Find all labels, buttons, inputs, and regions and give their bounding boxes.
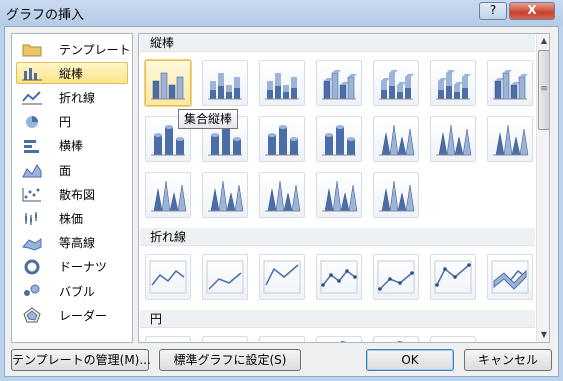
area-chart-icon [21, 162, 43, 178]
chart-type-tooltip: 集合縦棒 [178, 109, 239, 129]
help-icon: ? [489, 3, 497, 17]
column-chart-icon [21, 65, 43, 81]
pie-chart-icon [21, 114, 43, 130]
close-button[interactable]: X [509, 2, 555, 20]
dialog-body: テンプレート 縦棒 折れ線円横棒面散布図 株価 等高線 ドーナツ バブル レーダー 縦棒 折れ線… [4, 26, 559, 377]
category-item[interactable]: 横棒 [16, 135, 128, 157]
category-label: 折れ線 [59, 90, 96, 105]
100-stacked-cylinder-chart-icon[interactable] [259, 116, 305, 162]
scroll-grip-icon: ≡ [540, 84, 548, 94]
category-item[interactable]: レーダー [16, 304, 128, 326]
pie-of-pie-chart-icon[interactable] [259, 336, 305, 342]
cancel-button[interactable]: キャンセル [464, 349, 552, 371]
bar-of-pie-chart-icon[interactable] [430, 336, 476, 342]
category-item[interactable]: 折れ線 [16, 86, 128, 108]
scroll-down-icon[interactable]: ▼ [537, 328, 549, 342]
100-stacked-cone-chart-icon[interactable] [487, 116, 533, 162]
scatter-chart-icon [21, 186, 43, 202]
category-item[interactable]: 円 [16, 111, 128, 133]
category-label: 円 [59, 115, 72, 130]
3d-pie-chart-icon[interactable] [202, 336, 248, 342]
set-as-default-button[interactable]: 標準グラフに設定(S) [159, 349, 301, 371]
3d-stacked-column-chart-icon[interactable] [373, 60, 419, 106]
3d-cone-chart-icon[interactable] [145, 172, 191, 218]
category-item[interactable]: 等高線 [16, 232, 128, 254]
manage-templates-button[interactable]: テンプレートの管理(M)... [11, 349, 151, 371]
gallery-section-header: 縦棒 [140, 34, 535, 52]
category-label: バブル [59, 284, 96, 299]
3d-100-stacked-column-chart-icon[interactable] [430, 60, 476, 106]
window-title: グラフの挿入 [6, 8, 85, 23]
bar-chart-icon [21, 138, 43, 154]
stock-chart-icon [21, 210, 43, 226]
category-label: ドーナツ [59, 260, 108, 275]
category-item[interactable]: バブル [16, 280, 128, 302]
clustered-pyramid-chart-icon[interactable] [202, 172, 248, 218]
ok-button[interactable]: OK [366, 349, 454, 371]
category-label: 横棒 [59, 139, 84, 154]
category-label: 散布図 [59, 187, 96, 202]
100-stacked-line-chart-icon[interactable] [259, 254, 305, 300]
line-chart-icon [21, 89, 43, 105]
line-chart-icon[interactable] [145, 254, 191, 300]
100-stacked-line-markers-chart-icon[interactable] [430, 254, 476, 300]
title-bar: グラフの挿入 ? X [0, 0, 563, 26]
category-label: 株価 [59, 211, 84, 226]
100-stacked-column-chart-icon[interactable] [259, 60, 305, 106]
category-item[interactable]: テンプレート [16, 38, 131, 60]
3d-line-chart-icon[interactable] [487, 254, 533, 300]
stacked-line-markers-chart-icon[interactable] [373, 254, 419, 300]
category-label: 等高線 [59, 236, 96, 251]
surface-chart-icon [21, 235, 43, 251]
exploded-pie-chart-icon[interactable] [316, 336, 362, 342]
bubble-chart-icon [21, 283, 43, 299]
help-button[interactable]: ? [479, 2, 507, 20]
category-item[interactable]: ドーナツ [16, 256, 128, 278]
category-label: テンプレート [59, 42, 131, 57]
close-icon: X [527, 3, 537, 17]
3d-column-chart-icon[interactable] [487, 60, 533, 106]
scroll-up-icon[interactable]: ▲ [537, 34, 549, 48]
3d-cylinder-chart-icon[interactable] [316, 116, 362, 162]
category-item[interactable]: 縦棒 [16, 62, 128, 85]
doughnut-chart-icon [21, 259, 43, 275]
stacked-pyramid-chart-icon[interactable] [259, 172, 305, 218]
category-item[interactable]: 散布図 [16, 183, 128, 205]
scroll-thumb[interactable]: ≡ [538, 50, 549, 130]
gallery-section-header: 円 [140, 310, 535, 328]
stacked-line-chart-icon[interactable] [202, 254, 248, 300]
clustered-cone-chart-icon[interactable] [373, 116, 419, 162]
gallery-scrollbar[interactable]: ▲ ≡ ▼ [536, 34, 549, 342]
stacked-cone-chart-icon[interactable] [430, 116, 476, 162]
chart-category-list: テンプレート 縦棒折れ線円横棒面散布図株価等高線ドーナツバブルレーダー [11, 33, 133, 343]
category-item[interactable]: 株価 [16, 207, 128, 229]
stacked-column-chart-icon[interactable] [202, 60, 248, 106]
pie-chart-icon[interactable] [145, 336, 191, 342]
100-stacked-pyramid-chart-icon[interactable] [316, 172, 362, 218]
3d-exploded-pie-chart-icon[interactable] [373, 336, 419, 342]
3d-clustered-column-chart-icon[interactable] [316, 60, 362, 106]
radar-chart-icon [21, 307, 43, 323]
category-label: 面 [59, 163, 72, 178]
category-label: レーダー [59, 308, 108, 323]
chart-type-gallery: 縦棒折れ線円 集合縦棒 ▲ ≡ ▼ [138, 33, 550, 343]
clustered-column-chart-icon[interactable] [144, 59, 192, 107]
line-markers-chart-icon[interactable] [316, 254, 362, 300]
category-item[interactable]: 面 [16, 159, 128, 181]
3d-pyramid-chart-icon[interactable] [373, 172, 419, 218]
category-label: 縦棒 [59, 66, 84, 81]
gallery-section-header: 折れ線 [140, 228, 535, 246]
folder-icon [21, 41, 43, 57]
